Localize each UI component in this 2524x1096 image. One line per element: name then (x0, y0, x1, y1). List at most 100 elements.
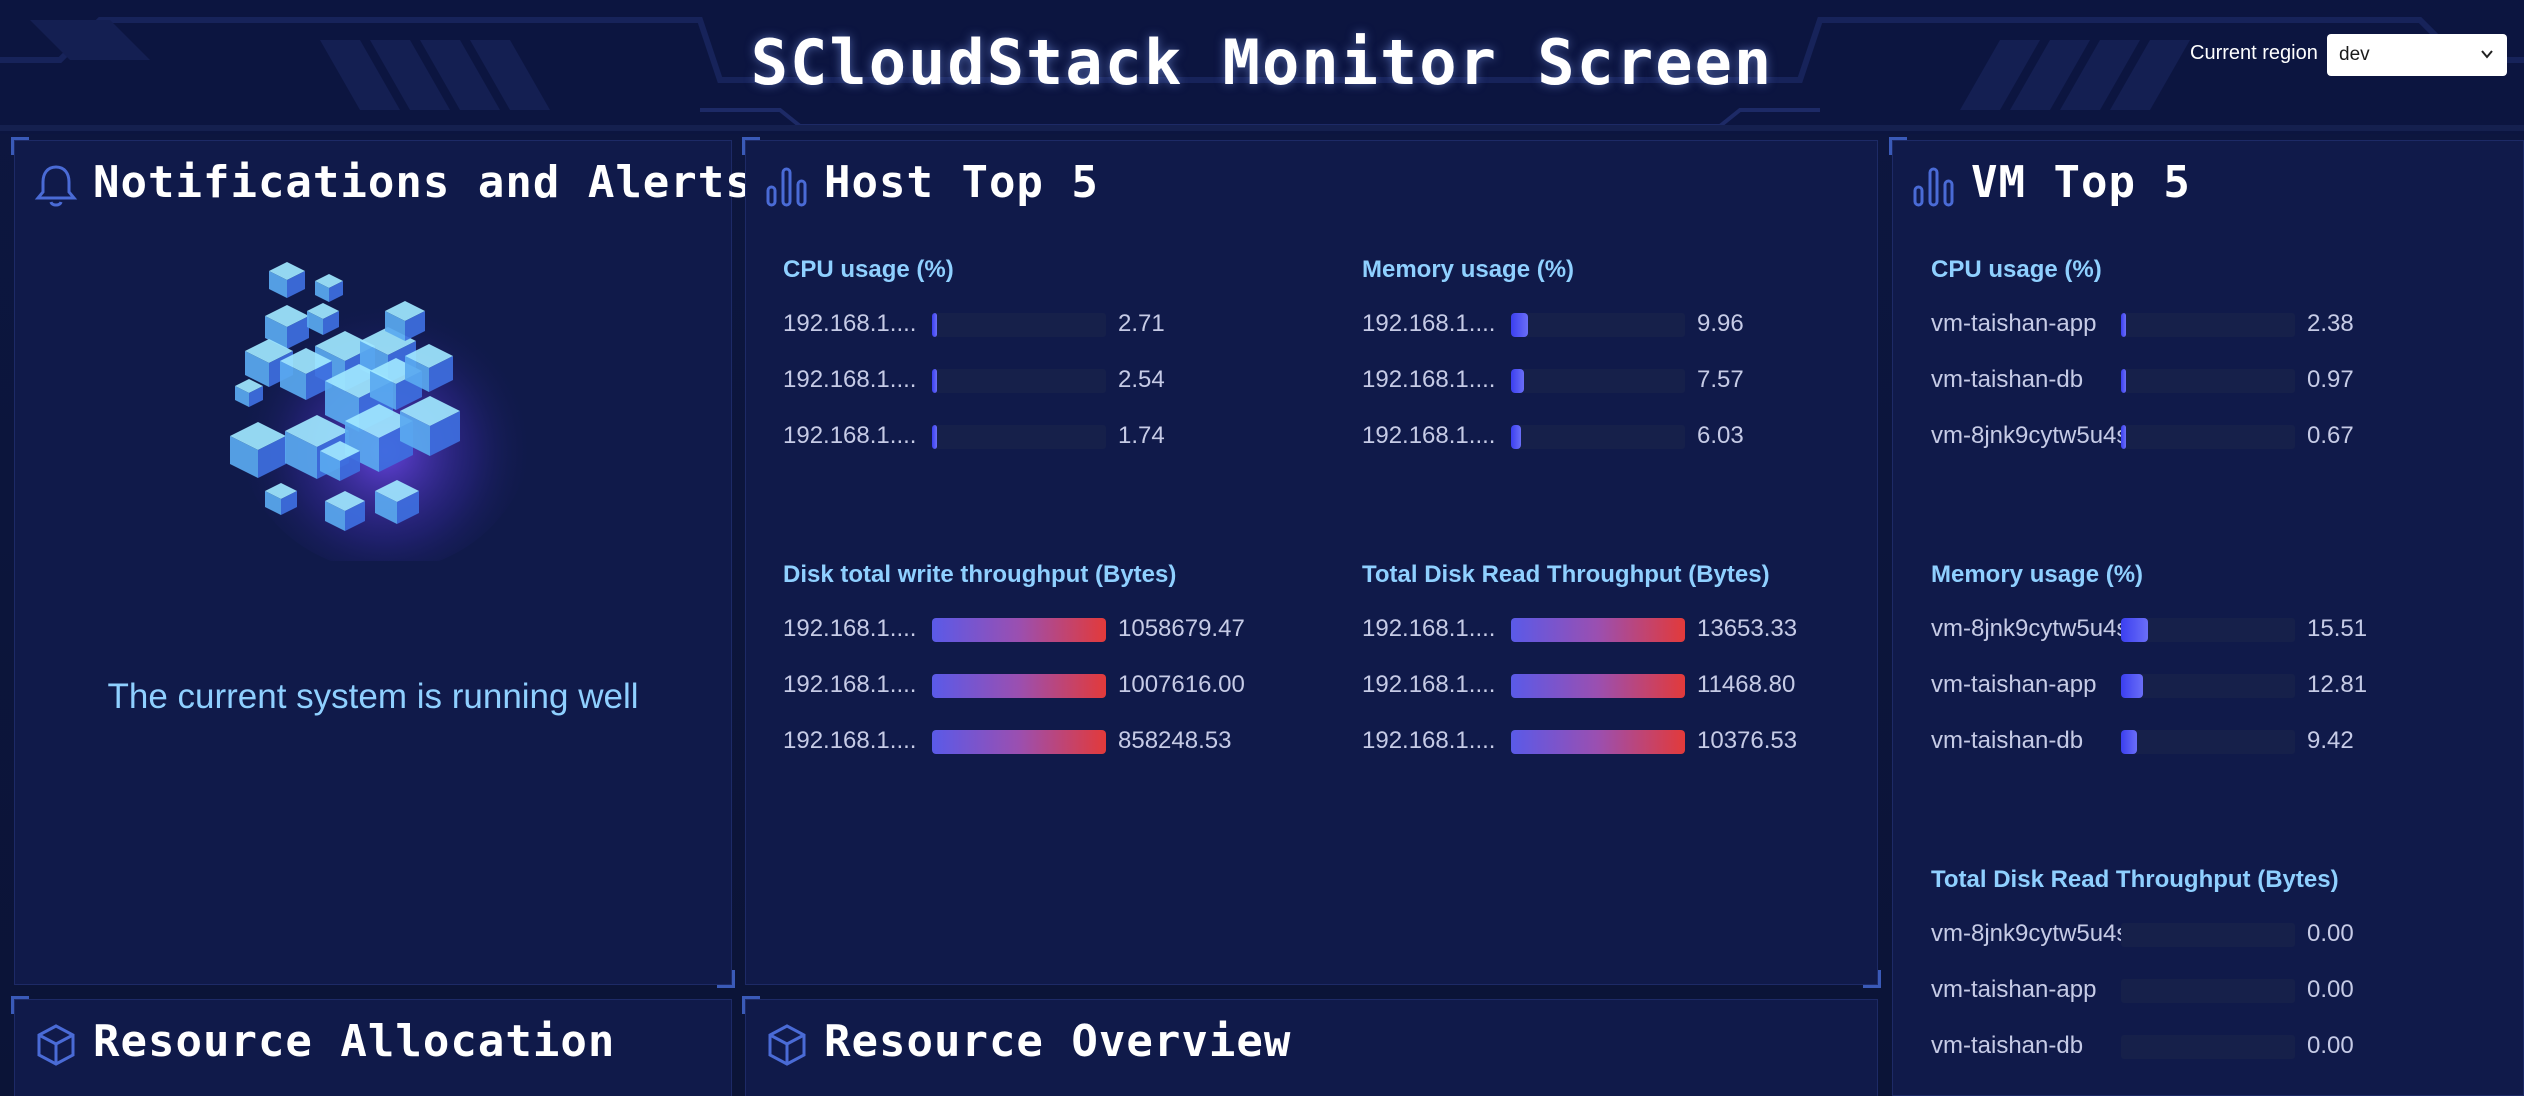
corner-decoration (742, 137, 760, 155)
metric-row: 192.168.1.... 1058679.47 (783, 611, 1343, 651)
progress-fill (932, 313, 937, 337)
system-status-text: The current system is running well (107, 677, 639, 716)
page-title: SCloudStack Monitor Screen (750, 26, 1774, 99)
progress-fill (932, 674, 1106, 698)
row-value: 9.96 (1697, 310, 1744, 337)
resource-overview-panel: Resource Overview (742, 996, 1878, 1096)
row-label: 192.168.1.... (1362, 615, 1496, 642)
metric-row: vm-8jnk9cytw5u4sy 0.67 (1931, 418, 2491, 458)
progress-fill (932, 425, 937, 449)
metric-row: 192.168.1.... 2.71 (783, 306, 1343, 346)
progress-track (1511, 674, 1685, 698)
row-label: vm-taishan-app (1931, 976, 2097, 1003)
metric-row: vm-8jnk9cytw5u4sy 0.00 (1931, 916, 2491, 956)
progress-fill (2121, 313, 2126, 337)
row-value: 2.38 (2307, 310, 2354, 337)
metric-title: Total Disk Read Throughput (Bytes) (1931, 866, 2339, 893)
progress-track (2121, 730, 2295, 754)
row-label: 192.168.1.... (1362, 310, 1496, 337)
host-disk-read-metric: Total Disk Read Throughput (Bytes) 192.16… (1362, 561, 1797, 754)
progress-track (1511, 369, 1685, 393)
bar-chart-icon (1913, 167, 1954, 207)
panel-title: Notifications and Alerts (93, 157, 753, 208)
progress-track (932, 313, 1106, 337)
progress-track (2121, 369, 2295, 393)
progress-fill (2121, 730, 2138, 754)
metric-row: 192.168.1.... 11468.80 (1362, 667, 1922, 707)
progress-track (932, 674, 1106, 698)
metric-row: vm-taishan-app 12.81 (1931, 667, 2491, 707)
progress-fill (2121, 425, 2126, 449)
metric-row: vm-taishan-db 0.00 (1931, 1028, 2491, 1068)
row-label: 192.168.1.... (1362, 366, 1496, 393)
row-label: 192.168.1.... (783, 366, 917, 393)
row-value: 13653.33 (1697, 615, 1798, 642)
vm-disk-read-metric: Total Disk Read Throughput (Bytes) vm-8jn… (1931, 866, 2354, 1059)
row-label: vm-8jnk9cytw5u4sy (1931, 920, 2121, 947)
cube-icon (37, 1024, 75, 1066)
progress-track (2121, 1035, 2295, 1059)
chevron-down-icon (2481, 50, 2493, 59)
progress-fill (1511, 618, 1685, 642)
progress-fill (1511, 730, 1685, 754)
progress-track (2121, 674, 2295, 698)
row-value: 0.00 (2307, 976, 2354, 1003)
metric-title: Disk total write throughput (Bytes) (783, 561, 1177, 588)
panel-title: Resource Allocation (93, 1016, 616, 1067)
row-value: 6.03 (1697, 422, 1744, 449)
row-value: 858248.53 (1118, 727, 1232, 754)
corner-decoration (1889, 137, 1907, 155)
progress-track (1511, 313, 1685, 337)
row-label: vm-taishan-app (1931, 310, 2097, 337)
metric-row: 192.168.1.... 6.03 (1362, 418, 1922, 458)
vm-top-panel: VM Top 5 CPU usage (%) vm-taishan-app 2.38… (1889, 137, 2524, 1096)
metric-row: vm-taishan-app 2.38 (1931, 306, 2491, 346)
progress-fill (1511, 425, 1522, 449)
corner-decoration (717, 970, 735, 988)
host-disk-write-metric: Disk total write throughput (Bytes) 192.1… (783, 561, 1245, 754)
bar-chart-icon (766, 167, 807, 207)
row-value: 12.81 (2307, 671, 2368, 698)
row-value: 2.71 (1118, 310, 1165, 337)
progress-fill (1511, 313, 1529, 337)
row-label: vm-8jnk9cytw5u4sy (1931, 422, 2121, 449)
progress-track (2121, 923, 2295, 947)
row-value: 0.00 (2307, 920, 2354, 947)
metric-title: Total Disk Read Throughput (Bytes) (1362, 561, 1770, 588)
progress-fill (2121, 674, 2144, 698)
row-label: vm-taishan-db (1931, 1032, 2084, 1059)
progress-track (2121, 979, 2295, 1003)
progress-track (932, 425, 1106, 449)
row-value: 0.67 (2307, 422, 2354, 449)
row-value: 15.51 (2307, 615, 2368, 642)
region-label: Current region (2190, 42, 2318, 64)
metric-row: 192.168.1.... 9.96 (1362, 306, 1922, 346)
progress-fill (1511, 674, 1685, 698)
metric-title: Memory usage (%) (1362, 256, 1575, 283)
row-label: vm-8jnk9cytw5u4sy (1931, 615, 2121, 642)
corner-decoration (1863, 970, 1881, 988)
row-label: vm-taishan-app (1931, 671, 2097, 698)
row-value: 11468.80 (1697, 671, 1796, 698)
progress-track (1511, 618, 1685, 642)
row-label: 192.168.1.... (1362, 727, 1496, 754)
metric-row: 192.168.1.... 13653.33 (1362, 611, 1922, 651)
row-label: 192.168.1.... (783, 671, 917, 698)
panel-title: Resource Overview (824, 1016, 1292, 1067)
metric-row: 192.168.1.... 1007616.00 (783, 667, 1343, 707)
row-label: 192.168.1.... (783, 615, 917, 642)
metric-row: 192.168.1.... 10376.53 (1362, 723, 1922, 763)
progress-fill (1511, 369, 1525, 393)
host-cpu-metric: CPU usage (%) 192.168.1.... 2.71 192.168.1.… (783, 256, 1165, 449)
panel-title: VM Top 5 (1971, 157, 2191, 208)
monitor-screen: SCloudStack Monitor Screen Current regio… (0, 0, 2524, 1096)
region-select[interactable]: dev (2327, 34, 2507, 76)
row-label: 192.168.1.... (783, 422, 917, 449)
metric-title: CPU usage (%) (783, 256, 954, 283)
metric-row: 192.168.1.... 7.57 (1362, 362, 1922, 402)
row-value: 7.57 (1697, 366, 1744, 393)
metric-row: 192.168.1.... 1.74 (783, 418, 1343, 458)
metric-title: CPU usage (%) (1931, 256, 2102, 283)
row-label: vm-taishan-db (1931, 366, 2084, 393)
row-label: 192.168.1.... (783, 310, 917, 337)
